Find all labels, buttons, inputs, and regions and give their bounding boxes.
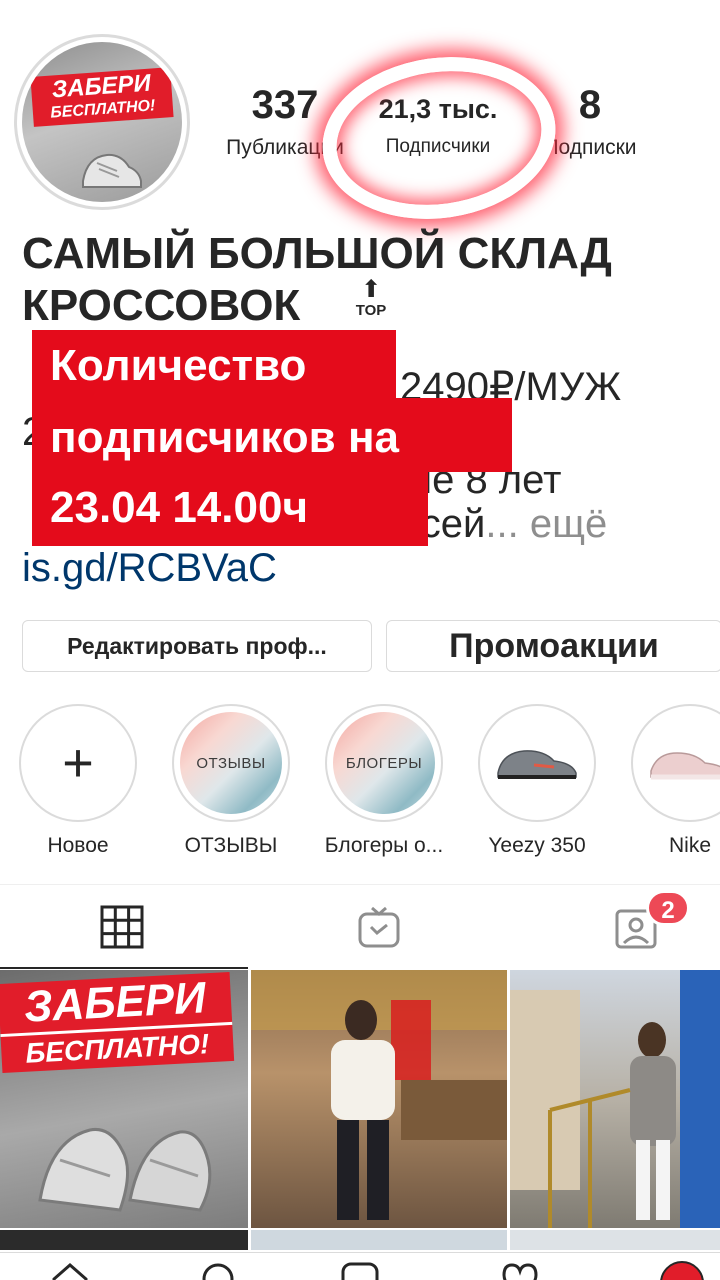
post-thumbnail[interactable] [251, 1230, 507, 1250]
highlight-cover: ОТЗЫВЫ [180, 712, 282, 814]
highlight-circle: БЛОГЕРЫ [325, 704, 443, 822]
bio-more-link[interactable]: ... ещё [485, 502, 607, 546]
highlight-label: Новое [47, 834, 109, 857]
add-post-icon[interactable] [340, 1261, 380, 1280]
post-thumbnail[interactable] [251, 970, 507, 1228]
highlight-circle [478, 704, 596, 822]
bottom-navigation [0, 1252, 720, 1280]
highlight-label: Блогеры о... [324, 834, 444, 857]
post-thumbnail[interactable] [510, 970, 720, 1228]
followers-highlight-circle [312, 42, 566, 234]
bio-line: всей... ещё [400, 502, 607, 547]
post-thumbnail[interactable]: ЗАБЕРИ БЕСПЛАТНО! [0, 970, 248, 1228]
highlight-nike[interactable]: Nike [630, 704, 720, 858]
profile-tabs [0, 884, 720, 969]
active-tab-indicator [0, 967, 248, 969]
post-photo [510, 970, 720, 1228]
sneaker-icon [650, 752, 720, 780]
edit-profile-button[interactable]: Редактировать проф... [22, 620, 372, 672]
arrow-up-icon: ⬆ [360, 276, 382, 303]
highlight-circle: + [19, 704, 137, 822]
heart-icon[interactable] [500, 1261, 540, 1280]
avatar-banner: ЗАБЕРИ БЕСПЛАТНО! [30, 67, 174, 127]
bio-link[interactable]: is.gd/RCBVaC [22, 546, 277, 591]
post-thumbnail[interactable] [510, 1230, 720, 1250]
profile-tab-avatar[interactable] [660, 1261, 704, 1280]
post-photo [251, 970, 507, 1220]
overlay-caption-line2: подписчиков на [32, 398, 512, 472]
highlight-circle [631, 704, 720, 822]
top-badge-text: TOP [355, 302, 387, 319]
highlight-cover: + [27, 712, 129, 814]
highlight-label: Nike [668, 834, 711, 857]
igtv-icon[interactable] [357, 905, 401, 949]
plus-icon: + [62, 733, 94, 793]
highlight-cover [639, 712, 720, 814]
highlight-label: ОТЗЫВЫ [184, 834, 278, 857]
sneaker-icon [82, 153, 142, 188]
post-banner: ЗАБЕРИ БЕСПЛАТНО! [0, 971, 235, 1074]
overlay-caption-line3: 23.04 14.00ч [32, 468, 428, 546]
highlight-cover: БЛОГЕРЫ [333, 712, 435, 814]
search-icon[interactable] [200, 1261, 240, 1280]
highlight-cover-text: ОТЗЫВЫ [196, 754, 266, 772]
highlight-yeezy[interactable]: Yeezy 350 [477, 704, 597, 858]
promotions-button[interactable]: Промоакции [386, 620, 720, 672]
overlay-caption-line1: Количество [32, 330, 396, 402]
highlight-reviews[interactable]: ОТЗЫВЫ ОТЗЫВЫ [171, 704, 291, 858]
highlight-label: Yeezy 350 [488, 834, 586, 857]
highlight-cover-text: БЛОГЕРЫ [345, 754, 423, 772]
highlight-bloggers[interactable]: БЛОГЕРЫ Блогеры о... [324, 704, 444, 858]
highlight-cover [486, 712, 588, 814]
post-thumbnail[interactable] [0, 1230, 248, 1250]
highlight-circle: ОТЗЫВЫ [172, 704, 290, 822]
home-icon[interactable] [50, 1261, 90, 1280]
sneaker-icon [497, 750, 577, 779]
top-badge: ⬆ TOP [350, 278, 392, 324]
highlight-new[interactable]: + Новое [18, 704, 138, 858]
tagged-count-badge: 2 [646, 890, 690, 926]
avatar-image: ЗАБЕРИ БЕСПЛАТНО! [22, 42, 182, 202]
profile-avatar[interactable]: ЗАБЕРИ БЕСПЛАТНО! [14, 34, 190, 210]
sneaker-image [38, 1127, 212, 1212]
grid-icon[interactable] [100, 905, 144, 949]
